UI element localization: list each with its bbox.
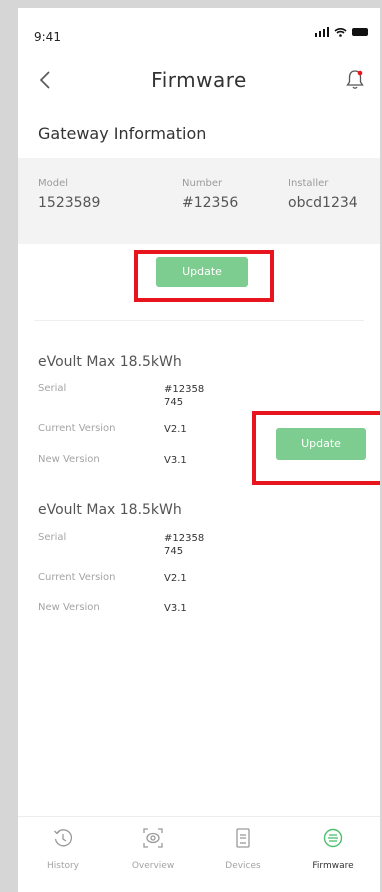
tab-history[interactable]: History [18, 817, 108, 892]
new-version-label: New Version [38, 454, 100, 465]
section-divider [34, 320, 364, 321]
tab-bar: History Overview Devices Firmware [18, 816, 380, 892]
gateway-number: Number #12356 [182, 178, 238, 211]
overview-icon [143, 828, 163, 848]
new-version-value: V3.1 [164, 455, 187, 466]
page-title: Firmware [151, 68, 247, 92]
serial-label: Serial [38, 532, 67, 543]
serial-value: #12358 745 [164, 383, 204, 409]
gateway-info-panel: Model 1523589 Number #12356 Installer ob… [18, 158, 380, 244]
device-name: eVoult Max 18.5kWh [38, 354, 182, 370]
bell-icon[interactable] [344, 68, 366, 92]
nav-bar: Firmware [18, 60, 380, 104]
number-value: #12356 [182, 195, 239, 211]
tab-overview[interactable]: Overview [108, 817, 198, 892]
tab-history-label: History [46, 861, 80, 871]
tab-firmware-label: Firmware [312, 861, 354, 871]
new-version-value: V3.1 [164, 603, 187, 614]
serial-value-line1: #12358 [164, 533, 205, 544]
battery-icon [352, 28, 368, 36]
serial-value: #12358 745 [164, 532, 204, 558]
current-version-label: Current Version [38, 423, 116, 434]
number-label: Number [182, 178, 223, 189]
phone-screen: 9:41 Firmware Gateway Information Model … [18, 8, 380, 892]
gateway-section-title: Gateway Information [38, 124, 207, 143]
serial-label: Serial [38, 383, 67, 394]
signal-icon [314, 27, 329, 37]
firmware-icon [323, 828, 343, 848]
tab-overview-label: Overview [131, 861, 175, 871]
devices-icon [236, 828, 250, 848]
history-icon [54, 829, 73, 847]
serial-value-line1: #12358 [164, 384, 205, 395]
installer-value: obcd1234 [288, 195, 358, 211]
gateway-update-button[interactable]: Update [156, 257, 248, 287]
device-update-button[interactable]: Update [276, 428, 366, 460]
wifi-icon [334, 28, 347, 37]
status-icons [314, 27, 368, 37]
model-label: Model [38, 178, 69, 189]
current-version-value: V2.1 [164, 424, 187, 435]
model-value: 1523589 [38, 195, 101, 211]
tab-firmware[interactable]: Firmware [288, 817, 378, 892]
tab-devices[interactable]: Devices [198, 817, 288, 892]
gateway-model: Model 1523589 [38, 178, 100, 211]
tab-devices-label: Devices [225, 861, 261, 871]
serial-value-line2: 745 [164, 546, 184, 557]
gateway-installer: Installer obcd1234 [288, 178, 358, 211]
serial-value-line2: 745 [164, 397, 184, 408]
status-time: 9:41 [34, 30, 61, 44]
current-version-label: Current Version [38, 572, 116, 583]
status-bar: 9:41 [18, 8, 380, 64]
device-name: eVoult Max 18.5kWh [38, 502, 182, 518]
installer-label: Installer [288, 178, 329, 189]
new-version-label: New Version [38, 602, 100, 613]
current-version-value: V2.1 [164, 573, 187, 584]
